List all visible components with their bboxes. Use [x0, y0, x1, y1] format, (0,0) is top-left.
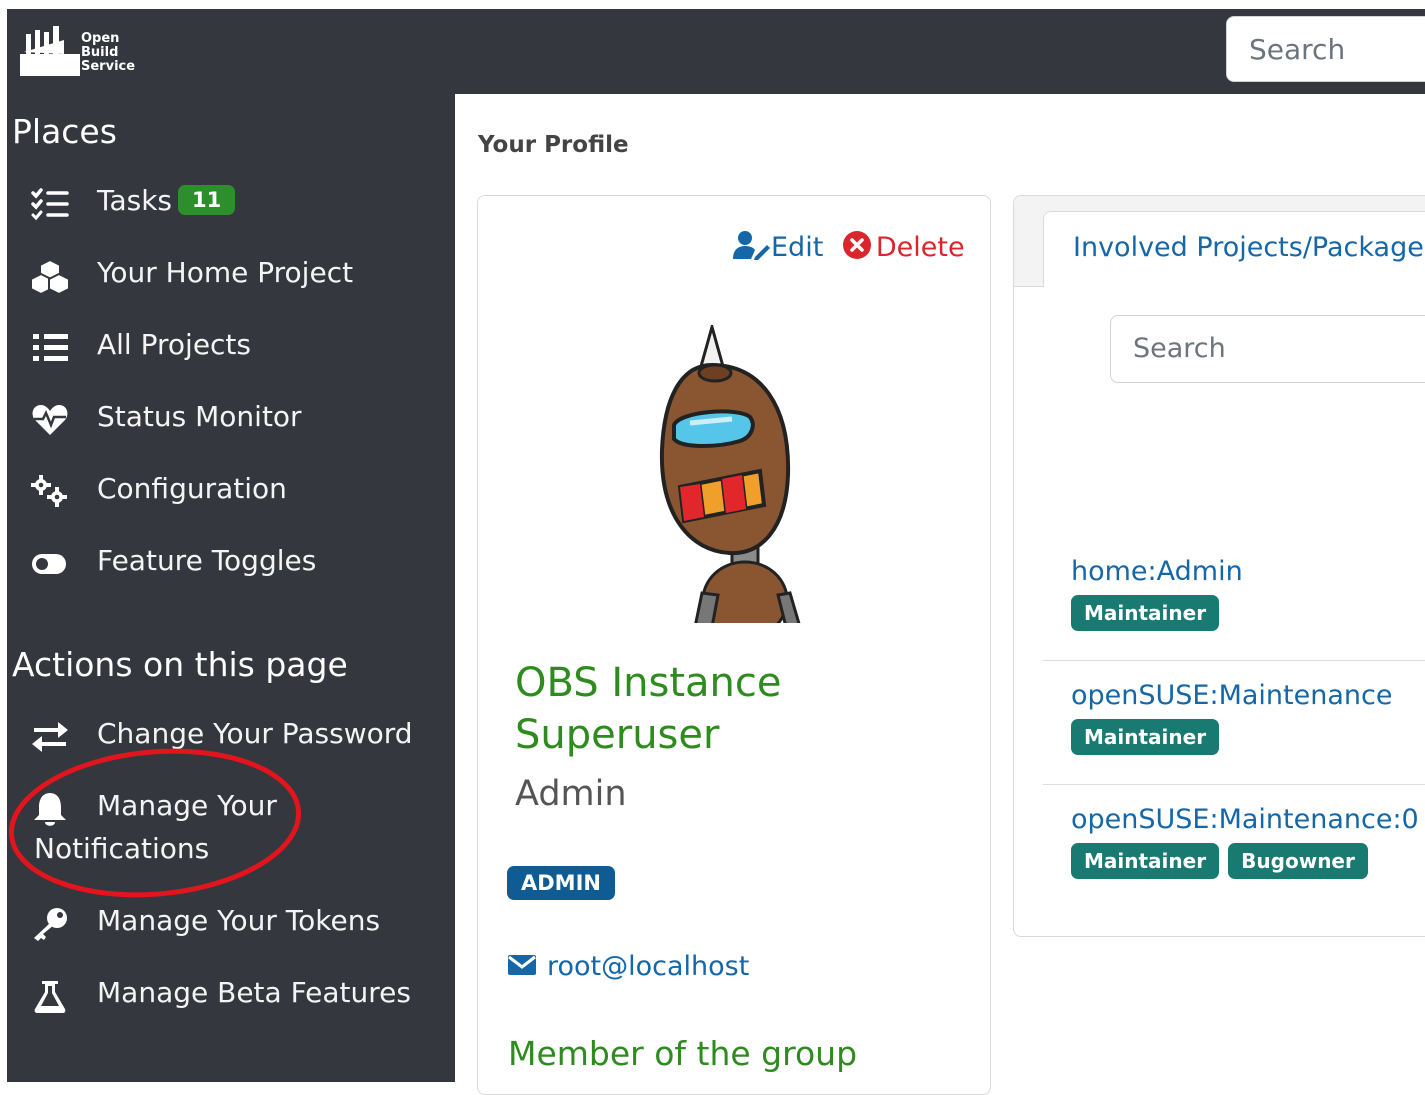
sidebar-item-status-monitor[interactable]: Status Monitor [30, 400, 410, 440]
delete-label: Delete [875, 232, 965, 263]
involved-search-input[interactable]: Search [1110, 315, 1425, 383]
cogs-icon [31, 475, 67, 507]
delete-button[interactable]: Delete [842, 231, 965, 263]
key-icon [34, 908, 67, 941]
email-text: root@localhost [547, 951, 750, 982]
row-divider [1043, 660, 1425, 661]
list-item: openSUSE:Maintenance:0 Maintainer Bugown… [1071, 804, 1425, 879]
user-edit-icon [733, 231, 770, 260]
role-badge: ADMIN [507, 866, 615, 900]
sidebar-item-all-projects[interactable]: All Projects [30, 328, 410, 368]
role-tag: Maintainer [1071, 595, 1220, 631]
groups-title: Member of the group [508, 1034, 858, 1073]
highlight-circle [8, 748, 302, 898]
heartbeat-icon [32, 405, 68, 435]
role-tag: Maintainer [1071, 719, 1220, 755]
logo-line-build: Build [81, 45, 119, 60]
top-search-input[interactable]: Search [1226, 16, 1425, 82]
tab-involved[interactable]: Involved Projects/Packages [1043, 211, 1425, 287]
factory-logo-icon [20, 26, 80, 76]
sidebar-item-label: Tasks [97, 184, 173, 217]
tab-involved-label: Involved Projects/Packages [1073, 232, 1425, 263]
flask-icon [34, 981, 66, 1013]
profile-actions: Edit Delete [733, 230, 965, 266]
places-title: Places [12, 112, 117, 151]
top-search-placeholder: Search [1249, 33, 1346, 66]
sidebar-item-feature-toggles[interactable]: Feature Toggles [30, 544, 410, 584]
edit-label: Edit [771, 232, 824, 263]
sidebar-item-label: Status Monitor [97, 400, 302, 433]
project-link[interactable]: home:Admin [1071, 556, 1425, 587]
cubes-icon [30, 258, 70, 294]
envelope-icon [508, 955, 536, 975]
sidebar-item-beta-features[interactable]: Manage Beta Features [30, 976, 430, 1016]
involved-search-placeholder: Search [1133, 333, 1226, 364]
project-link[interactable]: openSUSE:Maintenance:0 [1071, 804, 1425, 835]
list-item: home:Admin Maintainer [1071, 556, 1425, 631]
sidebar-item-manage-tokens[interactable]: Manage Your Tokens [30, 904, 430, 944]
sidebar-item-label: All Projects [97, 328, 251, 361]
sidebar-item-label: Manage Your Tokens [97, 904, 381, 937]
frame-left [0, 0, 7, 1082]
profile-login: Admin [515, 774, 627, 814]
logo-text: Open Build Service [81, 32, 135, 74]
avatar [659, 325, 820, 630]
profile-realname: OBS Instance Superuser [515, 657, 781, 761]
logo-line-open: Open [81, 31, 120, 46]
tasks-icon [31, 188, 69, 221]
page-title: Your Profile [478, 132, 629, 158]
sidebar-item-tasks[interactable]: Tasks 11 [30, 184, 410, 224]
edit-button[interactable]: Edit [733, 231, 832, 263]
times-circle-icon [842, 231, 871, 259]
realname-line1: OBS Instance [515, 660, 782, 706]
top-navbar [7, 9, 1425, 94]
realname-line2: Superuser [515, 712, 720, 758]
frame-top [0, 0, 1425, 9]
sidebar-item-label: Configuration [97, 472, 287, 505]
list-item: openSUSE:Maintenance Maintainer [1071, 680, 1425, 755]
logo-line-service: Service [81, 59, 136, 74]
sidebar-item-home-project[interactable]: Your Home Project [30, 256, 410, 296]
role-tag: Bugowner [1228, 843, 1368, 879]
row-divider [1043, 784, 1425, 785]
sidebar-item-label: Feature Toggles [97, 544, 317, 577]
project-link[interactable]: openSUSE:Maintenance [1071, 680, 1425, 711]
actions-title: Actions on this page [12, 645, 348, 684]
tasks-count-badge: 11 [178, 185, 236, 215]
role-tag: Maintainer [1071, 843, 1220, 879]
sidebar-item-label: Manage Beta Features [97, 976, 411, 1009]
obs-logo[interactable]: Open Build Service [20, 26, 140, 76]
sidebar-item-label: Your Home Project [97, 256, 354, 289]
list-icon [33, 334, 68, 361]
profile-email[interactable]: root@localhost [507, 951, 749, 982]
sidebar-item-configuration[interactable]: Configuration [30, 472, 410, 512]
toggle-icon [32, 554, 66, 574]
